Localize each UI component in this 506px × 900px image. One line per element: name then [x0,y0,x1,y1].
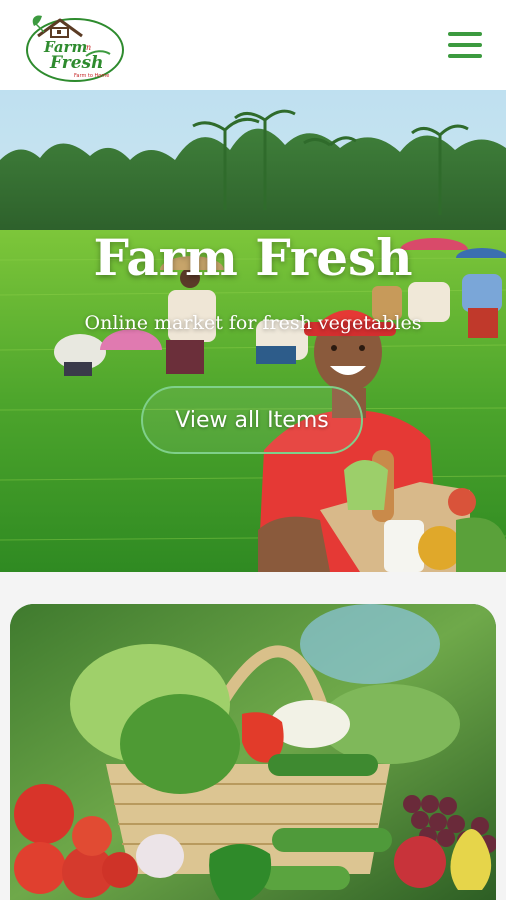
vegetable-basket-card[interactable] [10,604,496,900]
menu-bar [448,54,482,58]
svg-text:Farm to Home: Farm to Home [74,73,109,79]
view-all-items-button[interactable]: View all Items [141,386,363,454]
hero-banner: Farm Fresh Online market for fresh veget… [0,90,506,572]
site-header: Farm Fresh n Farm to Home [0,0,506,90]
hero-subtitle: Online market for fresh vegetables [84,312,422,334]
svg-text:n: n [86,43,91,52]
svg-text:Fresh: Fresh [49,53,103,73]
menu-bar [448,32,482,36]
hamburger-menu-icon[interactable] [448,32,482,58]
hero-title: Farm Fresh [93,228,413,287]
farm-fresh-logo[interactable]: Farm Fresh n Farm to Home [24,6,126,84]
menu-bar [448,43,482,47]
vegetable-basket-image [10,604,496,900]
